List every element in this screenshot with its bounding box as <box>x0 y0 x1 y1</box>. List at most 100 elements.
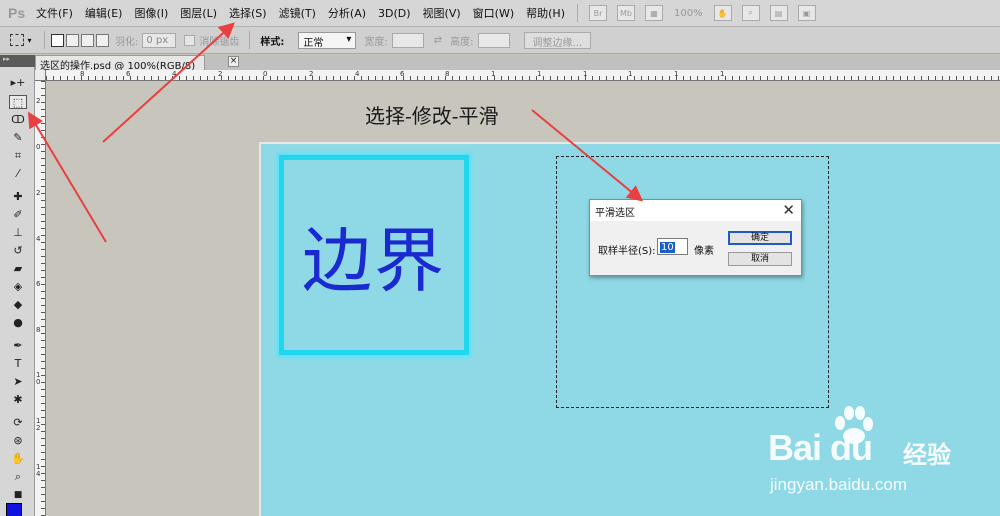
crop-tool-icon[interactable]: ⌗ <box>9 149 27 163</box>
swap-icon[interactable]: ⇄ <box>434 35 442 46</box>
style-select[interactable]: 正常 ▾ <box>298 31 357 49</box>
hand-view-icon[interactable]: ✋ <box>713 5 732 21</box>
smooth-selection-dialog: 平滑选区 ✕ 取样半径(S): 10 像素 确定 取消 <box>589 199 802 276</box>
ruler-tick-label: 6 <box>126 70 131 78</box>
feather-label: 羽化: <box>115 36 139 48</box>
foreground-color-swatch[interactable] <box>6 503 22 516</box>
brush-tool-icon[interactable]: ✐ <box>9 208 27 222</box>
border-sample-text: 边界 <box>302 219 446 302</box>
ruler-tick-label: 8 <box>445 70 450 78</box>
ruler-tick-label: 8 <box>36 326 41 334</box>
eyedropper-tool-icon[interactable]: ⁄ <box>9 167 27 181</box>
options-separator <box>249 31 251 49</box>
width-input[interactable] <box>391 32 424 48</box>
ok-button[interactable]: 确定 <box>728 231 792 245</box>
style-label: 样式: <box>260 36 285 48</box>
marquee-tool-icon[interactable]: ⬚ <box>9 95 27 109</box>
ruler-tick-label: 4 <box>172 70 177 78</box>
ruler-tick-label: 1 2 <box>36 417 41 432</box>
minibridge-button[interactable]: Mb <box>616 5 635 21</box>
gradient-tool-icon[interactable]: ◈ <box>9 280 27 294</box>
zoom-view-icon[interactable]: ⌕ <box>741 5 760 21</box>
ruler-tick-label: 6 <box>36 280 41 288</box>
ruler-tick-label: 1 <box>628 70 633 78</box>
width-label: 宽度: <box>364 36 388 48</box>
menu-file[interactable]: 文件(F) <box>30 5 79 21</box>
extras-dropdown-icon[interactable]: ▦ <box>644 5 663 21</box>
blur-tool-icon[interactable]: ◆ <box>9 298 27 312</box>
screen-mode-icon[interactable]: ▣ <box>797 5 816 21</box>
tutorial-caption: 选择-修改-平滑 <box>365 104 499 128</box>
menu-window[interactable]: 窗口(W) <box>467 5 520 21</box>
menu-help[interactable]: 帮助(H) <box>520 5 571 21</box>
radius-unit-label: 像素 <box>694 246 714 257</box>
menu-3d[interactable]: 3D(D) <box>372 7 417 20</box>
watermark-cn: 经验 <box>903 441 951 469</box>
document-tab[interactable]: 选区的操作.psd @ 100%(RGB/8) <box>35 55 205 70</box>
tool-preset-picker[interactable]: ▾ <box>4 30 38 50</box>
horizontal-ruler[interactable] <box>46 70 1000 81</box>
close-icon[interactable]: ✕ <box>782 201 795 219</box>
dialog-title: 平滑选区 <box>595 208 635 219</box>
shape-tool-icon[interactable]: ✱ <box>9 393 27 407</box>
pen-tool-icon[interactable]: ✒ <box>9 339 27 353</box>
baidu-watermark: Bai du 经验 jingyan.baidu.com <box>768 405 988 505</box>
marquee-preset-icon <box>10 34 25 46</box>
ruler-tick-label: 2 <box>36 97 41 105</box>
type-tool-icon[interactable]: T <box>9 357 27 371</box>
move-tool-icon[interactable]: ▸+ <box>9 76 27 90</box>
ruler-tick-label: 2 <box>218 70 223 78</box>
height-input[interactable] <box>477 32 510 48</box>
ruler-tick-label: 1 <box>537 70 542 78</box>
ruler-tick-label: 8 <box>80 70 85 78</box>
ruler-tick-label: 4 <box>36 235 41 243</box>
watermark-logo: Bai du <box>768 427 873 468</box>
stamp-tool-icon[interactable]: ⊥ <box>9 226 27 240</box>
ruler-origin[interactable] <box>35 70 46 81</box>
photoshop-logo: Ps <box>8 5 26 21</box>
refine-edge-button[interactable]: 调整边缘... <box>523 31 592 49</box>
lasso-tool-icon[interactable]: ↀ <box>9 113 27 127</box>
subtract-selection-mode-icon[interactable] <box>81 33 94 47</box>
hand-tool-icon[interactable]: ✋ <box>9 452 27 466</box>
feather-input[interactable]: 0 px <box>142 32 177 48</box>
ruler-tick-label: 1 <box>674 70 679 78</box>
menu-bar: Ps 文件(F) 编辑(E) 图像(I) 图层(L) 选择(S) 滤镜(T) 分… <box>0 0 1000 27</box>
menu-view[interactable]: 视图(V) <box>417 5 467 21</box>
selection-marquee[interactable] <box>556 156 829 408</box>
cancel-button[interactable]: 取消 <box>728 252 792 266</box>
antialias-label: 消除锯齿 <box>199 36 240 48</box>
chevron-down-icon: ▾ <box>346 33 352 45</box>
height-label: 高度: <box>450 36 474 48</box>
swap-colors-icon[interactable]: ■ ↰ <box>9 488 27 514</box>
menu-layer[interactable]: 图层(L) <box>174 5 223 21</box>
3d-rotate-tool-icon[interactable]: ⟳ <box>9 416 27 430</box>
menu-edit[interactable]: 编辑(E) <box>79 5 129 21</box>
border-selection-sample: 边界 <box>279 155 469 355</box>
add-selection-mode-icon[interactable] <box>66 33 79 47</box>
quick-select-tool-icon[interactable]: ✎ <box>9 131 27 145</box>
menu-image[interactable]: 图像(I) <box>128 5 174 21</box>
sample-radius-input[interactable]: 10 <box>657 238 688 255</box>
antialias-checkbox[interactable] <box>184 34 196 46</box>
history-brush-tool-icon[interactable]: ↺ <box>9 244 27 258</box>
tools-panel-header[interactable]: ▸▸ <box>0 55 35 67</box>
eraser-tool-icon[interactable]: ▰ <box>9 262 27 276</box>
arrange-documents-icon[interactable]: ▤ <box>769 5 788 21</box>
3d-orbit-tool-icon[interactable]: ⊛ <box>9 434 27 448</box>
ruler-tick-label: 1 0 <box>36 371 41 386</box>
zoom-level[interactable]: 100% <box>674 8 703 19</box>
intersect-selection-mode-icon[interactable] <box>96 33 109 47</box>
menu-analysis[interactable]: 分析(A) <box>322 5 372 21</box>
healing-tool-icon[interactable]: ✚ <box>9 190 27 204</box>
zoom-tool-icon[interactable]: ⌕ <box>9 470 27 484</box>
close-tab-icon[interactable]: × <box>228 56 239 67</box>
bridge-button[interactable]: Br <box>588 5 607 21</box>
menu-filter[interactable]: 滤镜(T) <box>273 5 322 21</box>
dodge-tool-icon[interactable]: ● <box>9 316 27 330</box>
menu-separator <box>576 4 578 22</box>
new-selection-mode-icon[interactable] <box>51 33 64 47</box>
path-select-tool-icon[interactable]: ➤ <box>9 375 27 389</box>
menu-select[interactable]: 选择(S) <box>223 5 273 21</box>
dialog-title-bar[interactable]: 平滑选区 ✕ <box>590 200 801 221</box>
